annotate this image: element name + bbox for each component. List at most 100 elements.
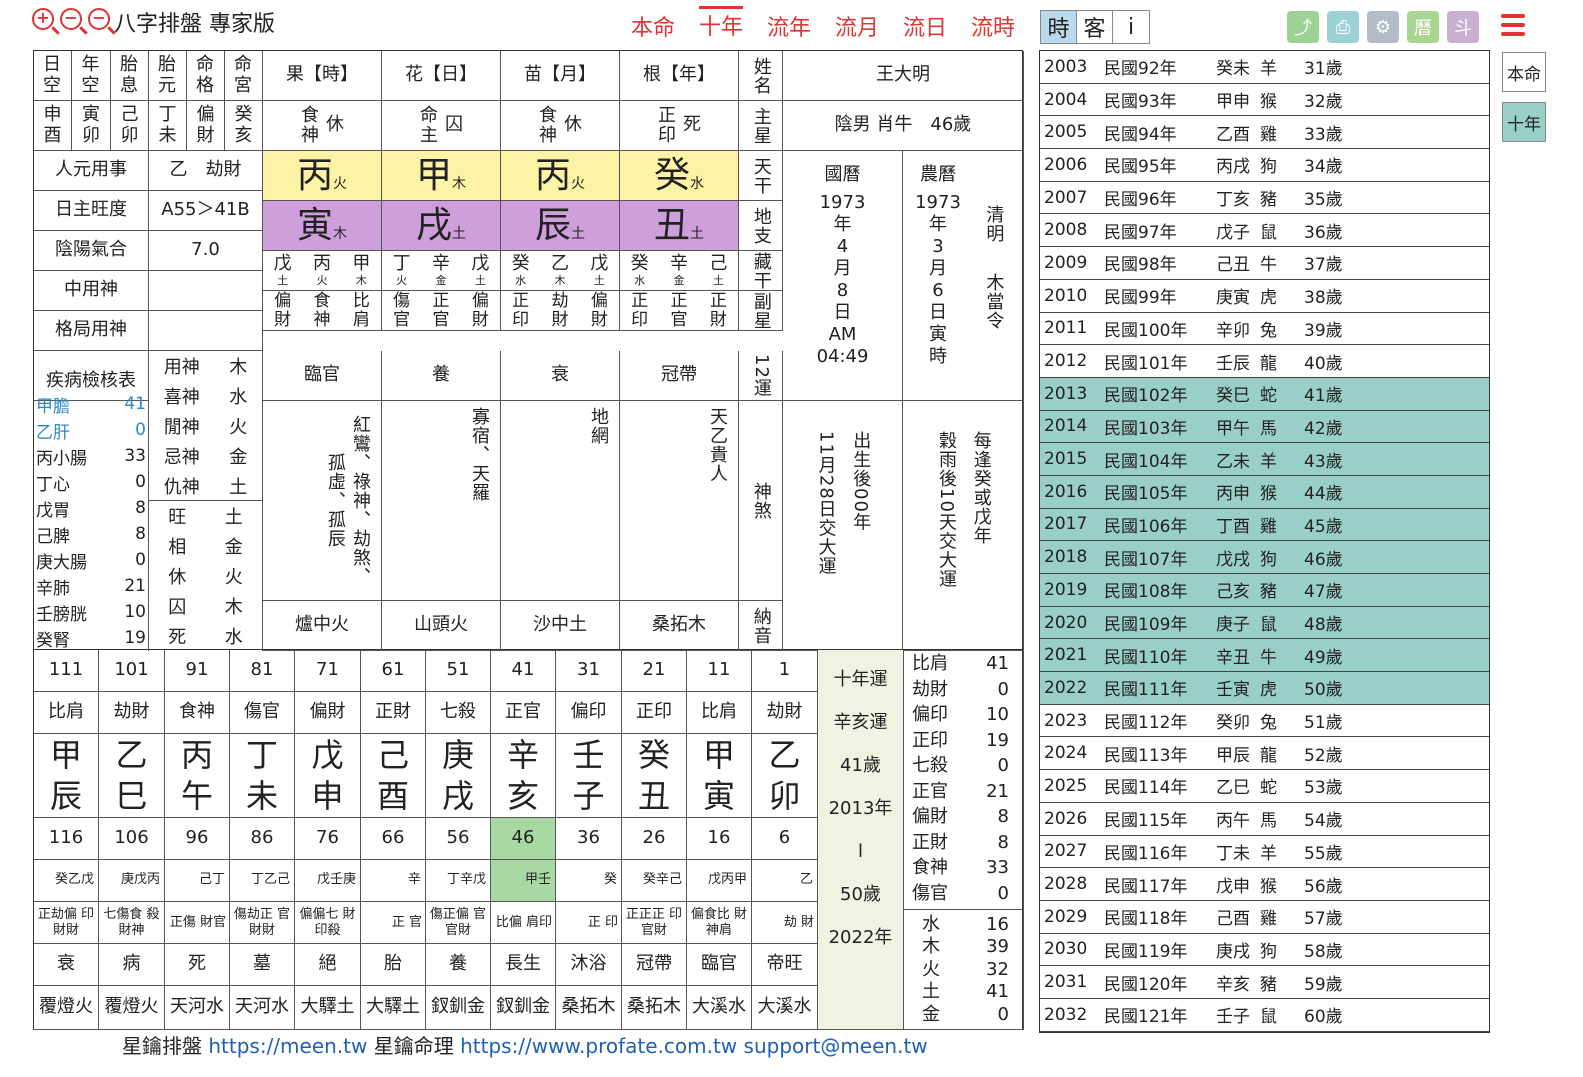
year-row[interactable]: 2032 民國121年 壬子鼠 60歲	[1040, 999, 1489, 1032]
nav-tab-3[interactable]: 流月	[835, 10, 879, 42]
year-row[interactable]: 2029 民國118年 己酉雞 57歲	[1040, 901, 1489, 934]
year-row[interactable]: 2011 民國100年 辛卯兔 39歲	[1040, 313, 1489, 346]
age: 43歲	[1304, 451, 1343, 472]
footer-link-profate[interactable]: https://www.profate.com.tw	[460, 1034, 737, 1058]
side-button-natal[interactable]: 本命	[1502, 52, 1546, 92]
decade-hidden-10: 戊丙甲	[687, 860, 752, 902]
year-row[interactable]: 2004 民國93年 甲申猴 32歲	[1040, 84, 1489, 117]
stat-value: 0	[997, 678, 1009, 700]
year-value: 2026	[1044, 808, 1088, 829]
footer-email[interactable]: support@meen.tw	[744, 1034, 928, 1058]
ganzhi: 戊子	[1216, 222, 1250, 243]
year-row[interactable]: 2030 民國119年 庚戌狗 58歲	[1040, 934, 1489, 967]
zodiac: 羊	[1260, 451, 1277, 472]
year-row[interactable]: 2012 民國101年 壬辰龍 40歲	[1040, 345, 1489, 378]
zoom-out-icon[interactable]: −	[60, 8, 82, 30]
year-row[interactable]: 2028 民國117年 戊申猴 56歲	[1040, 868, 1489, 901]
chart-icon[interactable]: 斗	[1447, 11, 1479, 43]
toggle-info[interactable]: i	[1113, 11, 1149, 43]
stem-1: 甲木	[382, 151, 501, 201]
year-row[interactable]: 2026 民國115年 丙午馬 54歲	[1040, 803, 1489, 836]
stat-row: 正官 21	[904, 780, 1023, 806]
year-value: 2018	[1044, 547, 1088, 568]
decade-nayin-5: 大驛土	[361, 986, 426, 1030]
ganzhi: 乙酉	[1216, 124, 1250, 145]
year-row[interactable]: 2021 民國110年 辛丑牛 49歲	[1040, 639, 1489, 673]
footer-link-meen[interactable]: https://meen.tw	[208, 1034, 367, 1058]
stat-name: 劫財	[912, 678, 948, 700]
year-row[interactable]: 2022 民國111年 壬寅虎 50歲	[1040, 672, 1489, 705]
year-row[interactable]: 2005 民國94年 乙酉雞 33歲	[1040, 116, 1489, 150]
settings-icon[interactable]: ⚙	[1367, 11, 1399, 43]
decade-hidden-gods-5: 正 官	[361, 902, 426, 944]
minguo-year: 民國93年	[1104, 92, 1177, 113]
zodiac: 猴	[1260, 92, 1277, 113]
luck12-3: 冠帶	[620, 351, 739, 401]
year-row[interactable]: 2031 民國120年 辛亥豬 59歲	[1040, 966, 1489, 999]
year-row[interactable]: 2024 民國113年 甲辰龍 52歲	[1040, 737, 1489, 771]
main-star-1: 命主囚	[382, 101, 501, 151]
year-row[interactable]: 2017 民國106年 丁酉雞 45歲	[1040, 508, 1489, 542]
hidden-stem-char: 丙	[312, 252, 331, 274]
year-row[interactable]: 2018 民國107年 戊戌狗 46歲	[1040, 541, 1489, 574]
nav-tab-5[interactable]: 流時	[971, 10, 1015, 42]
year-row[interactable]: 2013 民國102年 癸巳蛇 41歲	[1040, 377, 1489, 411]
year-row[interactable]: 2015 民國104年 乙未羊 43歲	[1040, 443, 1489, 476]
year-value: 2011	[1044, 318, 1088, 339]
god-name: 忌神	[163, 447, 200, 468]
toggle-guest[interactable]: 客	[1077, 11, 1113, 43]
head-value-text: 申酉	[43, 103, 62, 146]
year-row[interactable]: 2007 民國96年 丁亥豬 35歲	[1040, 182, 1489, 215]
share-icon[interactable]: ⤴	[1287, 11, 1319, 43]
name-label: 姓名	[739, 51, 783, 101]
decade-stem-6: 庚	[426, 734, 491, 776]
left-row-value-4	[149, 311, 263, 351]
left-row-label-2: 陰陽氣合	[34, 231, 149, 271]
element-name: 木	[922, 936, 940, 958]
nav-tab-4[interactable]: 流日	[903, 10, 947, 42]
ganzhi: 壬寅	[1216, 680, 1250, 701]
year-row[interactable]: 2027 民國116年 丁未羊 55歲	[1040, 836, 1489, 869]
zodiac: 蛇	[1260, 778, 1277, 799]
health-row: 戊胃 8	[34, 495, 148, 521]
element-value: 41	[986, 981, 1009, 1003]
decade-stem-8: 壬	[556, 734, 622, 776]
calendar-icon[interactable]: 曆	[1407, 11, 1439, 43]
stat-name: 正官	[912, 780, 948, 802]
toggle-time[interactable]: 時	[1041, 11, 1077, 43]
year-row[interactable]: 2010 民國99年 庚寅虎 38歲	[1040, 280, 1489, 313]
main-star-text: 正印	[658, 104, 676, 146]
ganzhi: 辛卯	[1216, 320, 1250, 341]
zoom-reset-icon[interactable]: −	[88, 8, 110, 30]
year-row[interactable]: 2006 民國95年 丙戌狗 34歲	[1040, 149, 1489, 182]
stem-char: 癸	[653, 154, 690, 196]
year-row[interactable]: 2020 民國109年 庚子鼠 48歲	[1040, 606, 1489, 640]
print-icon[interactable]: ⎙	[1327, 11, 1359, 43]
nav-tab-2[interactable]: 流年	[767, 10, 811, 42]
decade-luck12-6: 養	[426, 944, 491, 986]
side-button-decade[interactable]: 十年	[1502, 102, 1546, 142]
age: 50歲	[1304, 680, 1343, 701]
year-row[interactable]: 2025 民國114年 乙巳蛇 53歲	[1040, 770, 1489, 803]
nav-tab-1[interactable]: 十年	[699, 6, 744, 41]
year-value: 2006	[1044, 154, 1088, 175]
year-row[interactable]: 2019 民國108年 己亥豬 47歲	[1040, 574, 1489, 607]
sub-stars-2: 正印 劫財 偏財	[501, 291, 620, 331]
year-row[interactable]: 2023 民國112年 癸卯兔 51歲	[1040, 705, 1489, 738]
year-row[interactable]: 2009 民國98年 己丑牛 37歲	[1040, 247, 1489, 280]
god-element: 金	[229, 447, 248, 468]
minguo-year: 民國94年	[1104, 124, 1177, 145]
ganzhi: 甲申	[1216, 92, 1250, 113]
year-row[interactable]: 2016 民國105年 丙申猴 44歲	[1040, 475, 1489, 509]
gods-list: 用神 木喜神 水閒神 火忌神 金仇神 土	[149, 351, 263, 501]
hamburger-menu-icon[interactable]	[1501, 14, 1525, 36]
year-row[interactable]: 2003 民國92年 癸未羊 31歲	[1040, 51, 1489, 84]
nav-tab-0[interactable]: 本命	[631, 10, 675, 42]
zoom-in-icon[interactable]: +	[32, 8, 54, 30]
decade-age-end-7: 46	[491, 818, 556, 860]
year-row[interactable]: 2014 民國103年 甲午馬 42歲	[1040, 410, 1489, 444]
year-row[interactable]: 2008 民國97年 戊子鼠 36歲	[1040, 214, 1489, 248]
god-row: 喜神 水	[149, 381, 262, 411]
ganzhi: 丙戌	[1216, 157, 1250, 178]
decade-branch-11: 卯	[752, 776, 818, 818]
